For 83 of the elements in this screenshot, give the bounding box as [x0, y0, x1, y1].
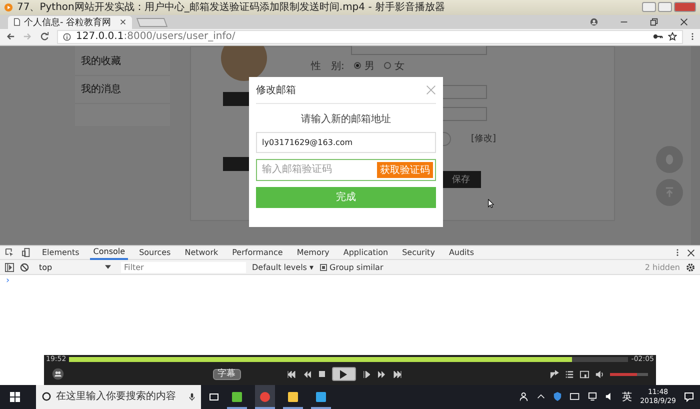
close-icon[interactable] [687, 248, 695, 257]
cursor-icon [488, 198, 494, 208]
levels-dropdown[interactable]: Default levels ▾ [252, 262, 314, 272]
microphone-icon [189, 392, 195, 401]
group-similar-checkbox[interactable]: Group similar [320, 262, 384, 272]
network-icon[interactable] [588, 392, 598, 402]
address-field[interactable]: 127.0.0.1:8000/users/user_info/ [57, 30, 683, 44]
email-field[interactable]: ly03171629@163.com [256, 132, 436, 153]
devtools-tab[interactable]: Sources [136, 245, 174, 260]
close-icon[interactable] [680, 18, 688, 26]
back-icon[interactable] [6, 32, 15, 42]
play-button[interactable] [332, 367, 356, 382]
edit-link[interactable]: [修改] [471, 132, 496, 145]
clear-icon[interactable] [20, 262, 29, 272]
avatar-placeholder [221, 46, 267, 81]
page-icon [14, 18, 20, 26]
rewind-icon[interactable] [302, 370, 312, 378]
play-icon [340, 370, 347, 379]
taskbar-search-field[interactable]: 在这里输入你要搜索的内容 [36, 384, 201, 409]
window-icon[interactable] [580, 370, 589, 379]
devtools-tab[interactable]: Application [340, 245, 392, 260]
restore-icon[interactable] [650, 18, 658, 26]
windows-logo-icon[interactable] [10, 392, 20, 402]
save-button[interactable]: 保存 [441, 170, 481, 188]
chevron-up-icon[interactable] [537, 394, 546, 400]
seek-bar[interactable] [69, 356, 628, 362]
reload-icon[interactable] [40, 32, 49, 42]
playlist-icon[interactable] [565, 370, 574, 379]
caret-icon [105, 265, 111, 270]
cortana-icon [42, 392, 51, 401]
stop-icon[interactable] [318, 371, 324, 378]
info-icon [63, 32, 71, 41]
volume-icon[interactable] [595, 370, 604, 379]
device-icon[interactable] [22, 248, 31, 258]
browser-tab[interactable]: 个人信息- 谷粒教育网 [8, 16, 132, 29]
console-prompt: › [6, 276, 10, 286]
close-icon[interactable] [120, 19, 126, 26]
penguin-icon [665, 154, 674, 165]
dialog-title: 修改邮箱 [256, 84, 296, 97]
arrow-up-icon [665, 186, 674, 198]
notification-icon[interactable] [684, 392, 694, 402]
forward-icon [23, 32, 32, 42]
inspect-icon[interactable] [5, 248, 14, 258]
devtools-tab[interactable]: Memory [294, 245, 332, 260]
gender-radio[interactable]: 男 [354, 58, 374, 73]
subtitle-button[interactable]: 字幕 [212, 368, 240, 380]
player-logo-icon [4, 2, 13, 12]
devtools-tab[interactable]: Elements [39, 245, 82, 260]
task-view-icon[interactable] [209, 392, 219, 402]
window-title: 77、Python网站开发实战：用户中心_邮箱发送验证码添加限制发送时间.mp4 - 射手影音播放器 [17, 0, 446, 14]
sidebar-toggle-icon[interactable] [5, 262, 14, 272]
more-icon[interactable] [676, 248, 679, 258]
sidebar-item[interactable]: 我的收藏 [75, 48, 170, 76]
devtools-tab[interactable]: Network [182, 245, 222, 260]
devtools-tab[interactable]: Performance [229, 245, 286, 260]
devtools-tab[interactable]: Audits [446, 245, 478, 260]
input-method-indicator[interactable]: 英 [622, 390, 632, 404]
close-button[interactable] [674, 2, 696, 12]
battery-icon[interactable] [570, 393, 580, 400]
sidebar-item[interactable]: 我的消息 [75, 76, 170, 104]
gender-radio[interactable]: 女 [384, 58, 404, 73]
skip-forward-icon[interactable] [392, 370, 402, 378]
hidden-count: 2 hidden [644, 262, 680, 272]
menu-icon[interactable] [691, 32, 694, 42]
people-icon[interactable] [520, 392, 530, 402]
browser-icon[interactable] [255, 384, 275, 409]
users-icon[interactable] [52, 368, 64, 380]
fast-forward-icon[interactable] [376, 370, 386, 378]
settings-icon[interactable] [686, 262, 695, 272]
key-icon[interactable] [653, 33, 663, 40]
scrollbar[interactable] [691, 46, 700, 246]
dialog-prompt: 请输入新的邮箱地址 [300, 112, 392, 126]
filter-field[interactable]: Filter [121, 262, 246, 273]
skip-back-icon[interactable] [286, 370, 296, 378]
shield-icon[interactable] [553, 392, 562, 402]
profile-icon[interactable] [590, 18, 598, 26]
context-dropdown[interactable]: top [35, 262, 115, 272]
star-icon[interactable] [668, 32, 677, 42]
step-forward-icon[interactable] [362, 370, 370, 378]
gender-label: 性 别: [311, 60, 344, 73]
volume-slider[interactable] [610, 372, 648, 376]
share-icon[interactable] [550, 370, 559, 379]
devtools-tab[interactable]: Security [399, 245, 438, 260]
